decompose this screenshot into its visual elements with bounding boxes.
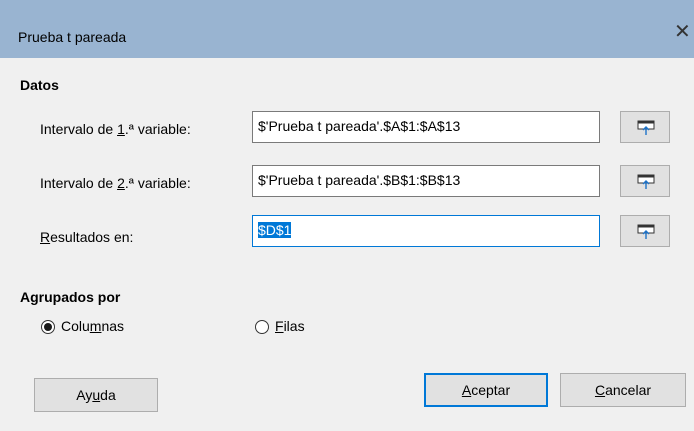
var1-label: Intervalo de 1.ª variable: [40, 121, 191, 137]
radio-rows[interactable] [255, 320, 269, 334]
var2-shrink-button[interactable] [620, 165, 670, 197]
radio-columns-label[interactable]: Columnas [61, 318, 124, 334]
radio-selected-dot [44, 323, 52, 331]
results-input[interactable]: $D$1 [252, 215, 600, 247]
close-icon[interactable]: ✕ [674, 20, 694, 44]
cancel-button[interactable]: Cancelar [560, 373, 686, 407]
var1-shrink-button[interactable] [620, 111, 670, 143]
shrink-range-icon [637, 224, 655, 239]
var1-range-input[interactable]: $'Prueba t pareada'.$A$1:$A$13 [252, 111, 600, 143]
section-heading-datos: Datos [20, 77, 59, 93]
section-heading-grouped: Agrupados por [20, 289, 121, 305]
var2-range-input[interactable]: $'Prueba t pareada'.$B$1:$B$13 [252, 165, 600, 197]
radio-rows-label[interactable]: Filas [275, 318, 305, 334]
radio-columns[interactable] [41, 320, 55, 334]
dialog-title: Prueba t pareada [18, 29, 127, 45]
results-shrink-button[interactable] [620, 215, 670, 247]
var2-label: Intervalo de 2.ª variable: [40, 175, 191, 191]
results-label: Resultados en: [40, 229, 134, 245]
shrink-range-icon [637, 120, 655, 135]
ok-button[interactable]: Aceptar [424, 373, 548, 407]
shrink-range-icon [637, 174, 655, 189]
help-button[interactable]: Ayuda [34, 378, 158, 412]
title-bar: Prueba t pareada ✕ [0, 0, 694, 58]
